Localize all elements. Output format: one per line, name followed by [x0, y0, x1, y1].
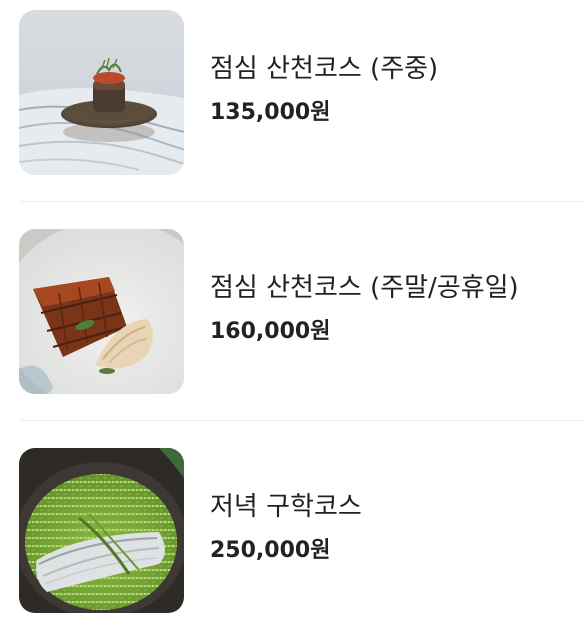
course-price: 250,000원: [210, 538, 331, 563]
course-title[interactable]: 점심 산천코스 (주말/공휴일): [210, 271, 519, 305]
course-photo-dinner[interactable]: [19, 448, 184, 613]
course-menu-list: 점심 산천코스 (주중) 135,000원 점심 산천코스 (주말/공휴일) 1…: [0, 0, 584, 627]
course-price: 160,000원: [210, 319, 331, 344]
plated-appetizer-photo: [19, 10, 184, 175]
menu-item-lunch-weekday[interactable]: 점심 산천코스 (주중) 135,000원: [0, 0, 584, 200]
divider: [19, 201, 584, 202]
course-photo-lunch-weekday[interactable]: [19, 10, 184, 175]
fish-on-green-rice-pot-photo: [19, 448, 184, 613]
grilled-eel-photo: [19, 229, 184, 394]
menu-item-dinner[interactable]: 저녁 구학코스 250,000원: [0, 438, 584, 638]
course-title[interactable]: 저녁 구학코스: [210, 490, 362, 524]
course-photo-lunch-weekend[interactable]: [19, 229, 184, 394]
course-price: 135,000원: [210, 100, 331, 125]
divider: [19, 420, 584, 421]
menu-item-lunch-weekend[interactable]: 점심 산천코스 (주말/공휴일) 160,000원: [0, 219, 584, 419]
course-title[interactable]: 점심 산천코스 (주중): [210, 52, 438, 86]
